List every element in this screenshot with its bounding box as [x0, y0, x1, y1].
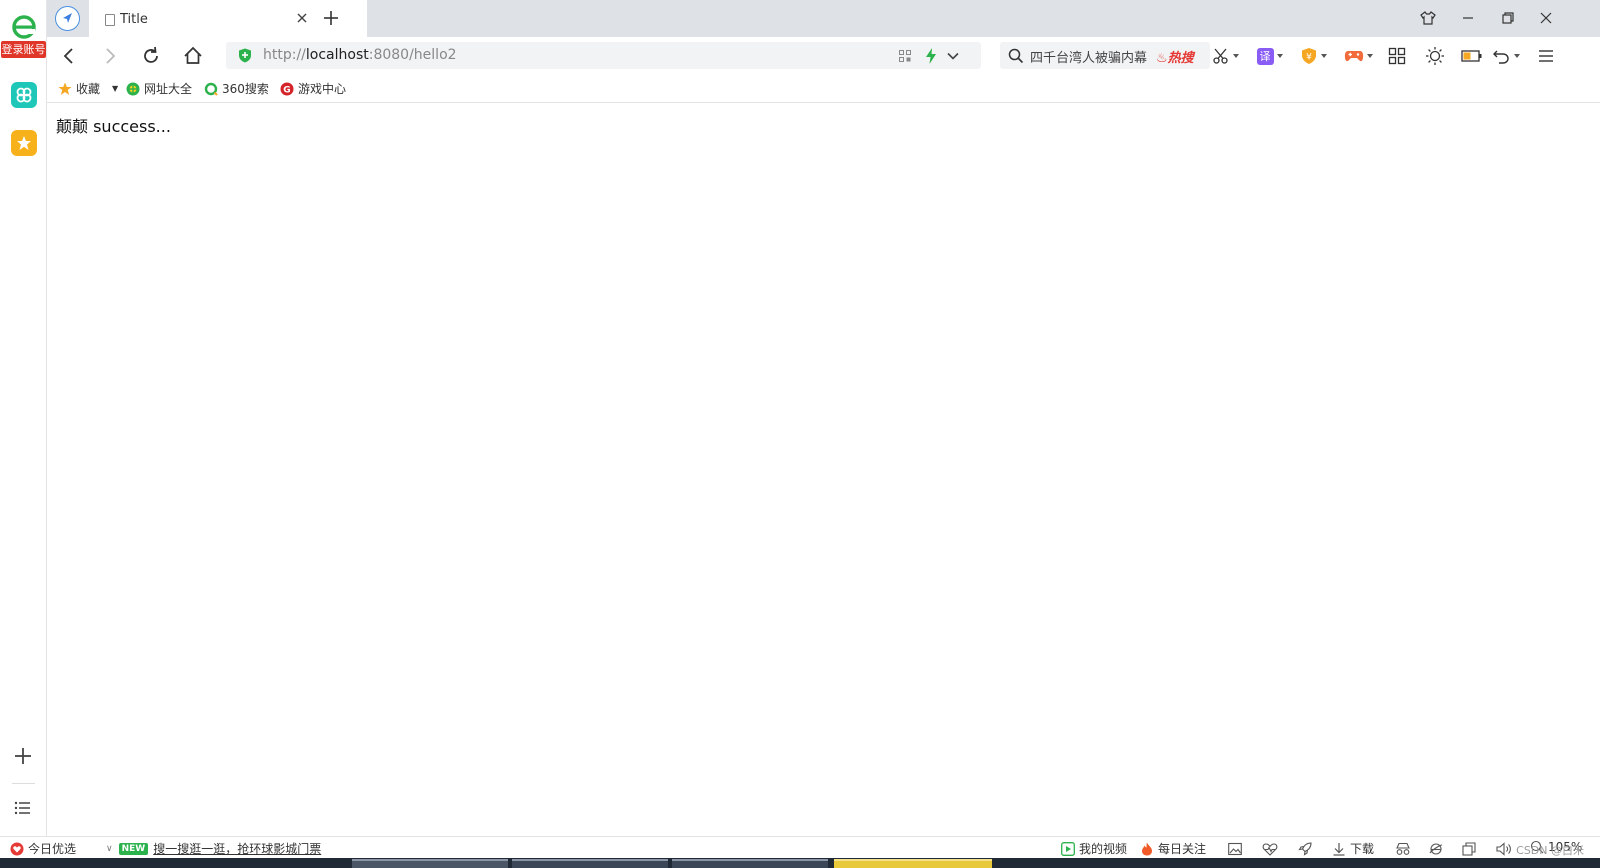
home-icon[interactable] [181, 44, 205, 68]
tab-strip: Title [47, 0, 1600, 37]
undo-icon[interactable] [1490, 45, 1512, 67]
new-badge: NEW [118, 842, 149, 855]
bookmark-label: 网址大全 [144, 82, 193, 96]
news-ticker[interactable]: ∨ NEW 搜一搜逛一逛，抢环球影城门票 [106, 840, 321, 857]
hot-search-badge[interactable]: ♨热搜 [1156, 47, 1194, 66]
tab-title: Title [120, 12, 148, 27]
daily-follow-label: 每日关注 [1158, 842, 1207, 856]
restore-icon[interactable] [1497, 8, 1519, 28]
caret-down-icon[interactable]: ▼ [112, 84, 118, 93]
address-toolbar: http://localhost:8080/hello2 四千台湾人被骗内幕 ♨… [47, 37, 1600, 74]
bookmark-360-search[interactable]: 360搜索 [204, 80, 269, 97]
login-account-button[interactable]: 登录账号 [1, 41, 46, 58]
download-icon [1333, 842, 1345, 856]
navigation-compass-icon[interactable] [55, 6, 80, 31]
battery-icon[interactable] [1461, 45, 1483, 67]
minimize-icon[interactable] [1457, 8, 1479, 28]
speed-mode-bolt-icon[interactable] [925, 48, 937, 64]
bookmarks-bar: 收藏 ▼ 网址大全 360搜索 G 游戏中心 [47, 74, 1600, 103]
volume-icon[interactable] [1496, 842, 1512, 856]
ie-compat-icon[interactable] [1429, 842, 1443, 856]
taskbar-item[interactable] [352, 859, 508, 868]
game-center-icon: G [280, 82, 294, 95]
my-video-label: 我的视频 [1079, 842, 1128, 856]
bookmark-label: 收藏 [76, 82, 101, 96]
star-icon [58, 82, 72, 95]
taskbar-item[interactable] [512, 859, 668, 868]
browser-window: 登录账号 Title http://localhost:8080/hello2 … [0, 0, 1600, 868]
search-icon [1008, 48, 1024, 64]
image-icon[interactable] [1228, 842, 1242, 856]
bookmark-web-directory[interactable]: 网址大全 [126, 80, 192, 97]
360-browser-logo-icon[interactable] [10, 14, 38, 40]
address-bar[interactable]: http://localhost:8080/hello2 [226, 42, 981, 69]
download-label: 下载 [1350, 842, 1375, 856]
today-picks-label: 今日优选 [28, 842, 77, 856]
star-icon [17, 136, 31, 150]
clover-icon [16, 87, 32, 103]
sidebar-app-button[interactable] [11, 82, 37, 108]
bookmark-favorites[interactable]: 收藏 ▼ [58, 80, 118, 97]
page-body-text: 颠颠 success... [56, 117, 171, 136]
daily-follow-button[interactable]: 每日关注 [1140, 840, 1206, 857]
url-text[interactable]: http://localhost:8080/hello2 [263, 47, 457, 63]
page-content: 颠颠 success... [47, 103, 1600, 836]
qr-code-icon[interactable] [899, 50, 911, 62]
document-icon [105, 14, 115, 26]
apps-grid-icon[interactable] [1386, 45, 1408, 67]
security-shield-icon[interactable] [238, 48, 252, 63]
forward-icon[interactable] [98, 44, 122, 68]
close-tab-icon[interactable] [294, 10, 310, 26]
360-search-icon [204, 82, 218, 96]
left-sidebar: 登录账号 [0, 0, 47, 836]
undo-dropdown-caret[interactable] [1514, 54, 1520, 58]
download-button[interactable]: 下载 [1332, 840, 1374, 857]
news-link[interactable]: 搜一搜逛一逛，抢环球影城门票 [153, 840, 321, 857]
taskbar-item-active[interactable] [834, 859, 992, 868]
sidebar-favorites-button[interactable] [11, 130, 37, 156]
translate-dropdown-caret[interactable] [1277, 54, 1283, 58]
rocket-icon[interactable] [1298, 842, 1312, 856]
taskbar-item[interactable] [672, 859, 828, 868]
window-overlay-icon[interactable] [1462, 842, 1476, 856]
reload-icon[interactable] [139, 44, 163, 68]
today-picks-button[interactable]: 今日优选 [10, 840, 76, 857]
flame-icon [1142, 842, 1152, 855]
incognito-icon[interactable] [1395, 842, 1411, 856]
video-play-icon [1061, 841, 1075, 856]
main-menu-icon[interactable] [1535, 45, 1557, 67]
search-box[interactable]: 四千台湾人被骗内幕 ♨热搜 [1000, 42, 1210, 69]
chevron-down-icon[interactable]: ∨ [106, 844, 113, 854]
bookmark-label: 360搜索 [222, 82, 269, 96]
add-icon[interactable] [12, 745, 34, 767]
scissors-icon[interactable] [1210, 45, 1232, 67]
coin-shield-icon[interactable]: ¥ [1298, 45, 1320, 67]
bookmark-game-center[interactable]: G 游戏中心 [280, 80, 346, 97]
my-video-button[interactable]: 我的视频 [1061, 840, 1127, 857]
search-suggestion-text[interactable]: 四千台湾人被骗内幕 [1030, 47, 1147, 66]
close-window-icon[interactable] [1535, 8, 1557, 28]
bookmark-label: 游戏中心 [298, 82, 347, 96]
skin-shirt-icon[interactable] [1417, 8, 1439, 28]
gamepad-icon[interactable] [1343, 45, 1365, 67]
web-directory-icon [126, 82, 140, 95]
scissors-dropdown-caret[interactable] [1233, 54, 1239, 58]
svg-text:G: G [283, 85, 290, 95]
heart-badge-icon [10, 842, 24, 855]
brightness-icon[interactable] [1424, 45, 1446, 67]
svg-text:¥: ¥ [1306, 53, 1312, 63]
status-bar: 今日优选 ∨ NEW 搜一搜逛一逛，抢环球影城门票 我的视频 每日关注 下载 1… [0, 836, 1600, 858]
os-taskbar [0, 858, 1600, 868]
new-tab-icon[interactable] [322, 9, 340, 27]
game-dropdown-caret[interactable] [1367, 54, 1373, 58]
flame-icon: ♨ [1156, 51, 1168, 66]
back-icon[interactable] [57, 44, 81, 68]
translate-icon[interactable]: 译 [1254, 45, 1276, 67]
coin-dropdown-caret[interactable] [1321, 54, 1327, 58]
csdn-watermark: CSDN @白米 [1516, 844, 1584, 857]
chevron-down-icon[interactable] [946, 49, 960, 63]
list-menu-icon[interactable] [14, 800, 32, 816]
health-heart-icon[interactable] [1262, 842, 1278, 856]
sidebar-divider [12, 783, 35, 784]
